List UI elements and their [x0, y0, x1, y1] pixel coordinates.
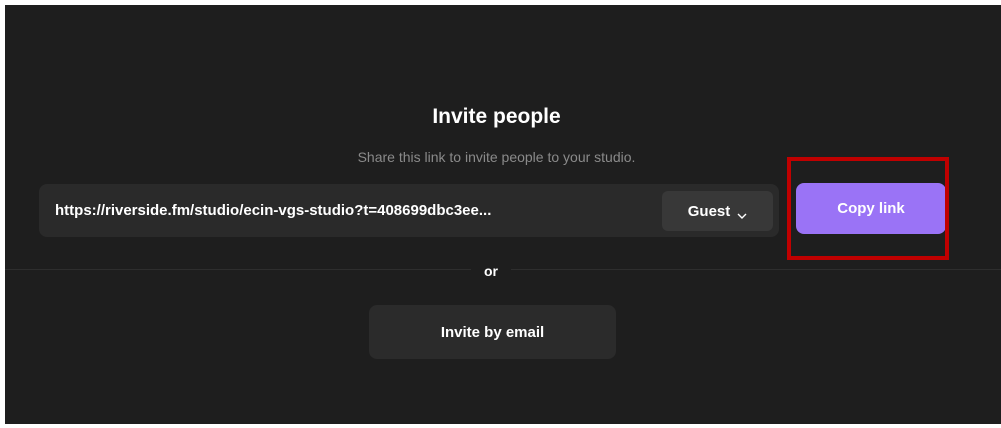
- role-dropdown[interactable]: Guest: [662, 191, 773, 231]
- or-separator: or: [471, 261, 511, 281]
- role-dropdown-label: Guest: [687, 202, 731, 220]
- chevron-down-icon: [737, 207, 747, 219]
- invite-link-url[interactable]: https://riverside.fm/studio/ecin-vgs-stu…: [55, 184, 491, 237]
- invite-link-field[interactable]: https://riverside.fm/studio/ecin-vgs-stu…: [39, 184, 779, 237]
- copy-link-button[interactable]: Copy link: [796, 183, 946, 234]
- dialog-title: Invite people: [432, 105, 561, 128]
- dialog-subtitle: Share this link to invite people to your…: [357, 149, 636, 165]
- invite-by-email-button[interactable]: Invite by email: [369, 305, 616, 359]
- invite-dialog: Invite people Share this link to invite …: [5, 5, 1001, 424]
